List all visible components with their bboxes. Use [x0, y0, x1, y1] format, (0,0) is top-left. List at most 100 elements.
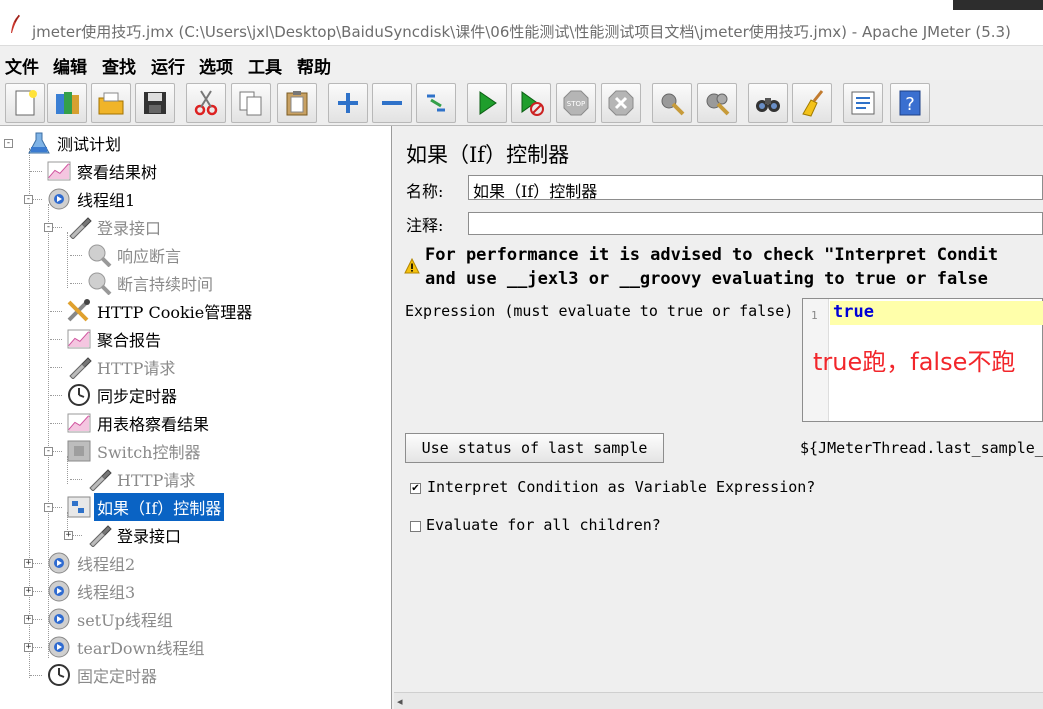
- tree-node[interactable]: 固定定时器: [44, 661, 160, 689]
- test-plan-tree[interactable]: - 测试计划 察看结果树 - 线程组1- 登录接口 响应断言 断言持续时间 HTTP Cooki…: [0, 126, 392, 709]
- menu-item-1[interactable]: 编辑: [53, 53, 87, 78]
- tree-node-label: Switch控制器: [97, 443, 201, 462]
- templates-button[interactable]: [47, 83, 87, 123]
- tree-node[interactable]: 线程组2: [44, 549, 138, 577]
- toolbar: STOP?: [0, 80, 1043, 126]
- tree-node[interactable]: 断言持续时间: [84, 269, 216, 297]
- save-button[interactable]: [135, 83, 175, 123]
- menu-item-2[interactable]: 查找: [102, 53, 136, 78]
- reset-search-button[interactable]: [792, 83, 832, 123]
- menu-item-0[interactable]: 文件: [5, 53, 39, 78]
- tree-node[interactable]: 线程组3: [44, 577, 138, 605]
- svg-text:STOP: STOP: [567, 100, 585, 108]
- tree-node-label: 登录接口: [97, 219, 162, 238]
- tree-node-label: 聚合报告: [97, 331, 162, 350]
- function-helper-button[interactable]: [843, 83, 883, 123]
- timer-icon: [64, 381, 94, 409]
- tree-node[interactable]: Switch控制器: [64, 437, 203, 465]
- tree-node[interactable]: HTTP请求: [84, 465, 198, 493]
- thread-group-icon: [44, 605, 74, 633]
- menu-item-5[interactable]: 工具: [248, 53, 282, 78]
- switch-icon: [64, 437, 94, 465]
- help-button[interactable]: ?: [890, 83, 930, 123]
- tree-node[interactable]: 如果（If）控制器: [64, 493, 225, 521]
- collapse-button[interactable]: [372, 83, 412, 123]
- start-button[interactable]: [467, 83, 507, 123]
- collapse-toggle[interactable]: -: [4, 139, 13, 148]
- cut-button[interactable]: [186, 83, 226, 123]
- interpret-label[interactable]: Interpret Condition as Variable Expressi…: [427, 478, 815, 496]
- start-no-pause-button[interactable]: [511, 83, 551, 123]
- expand-toggle[interactable]: +: [24, 559, 33, 568]
- clear-all-button[interactable]: [697, 83, 737, 123]
- tree-node[interactable]: 聚合报告: [64, 325, 164, 353]
- tree-node[interactable]: 用表格察看结果: [64, 409, 212, 437]
- name-field[interactable]: 如果（If）控制器: [468, 175, 1043, 200]
- expand-button[interactable]: [328, 83, 368, 123]
- evaluate-checkbox[interactable]: [410, 521, 421, 532]
- toggle-icon: [427, 94, 445, 112]
- new-button[interactable]: [5, 83, 45, 123]
- tree-node[interactable]: setUp线程组: [44, 605, 176, 633]
- interpret-checkbox[interactable]: ✔: [410, 483, 421, 494]
- menu-item-3[interactable]: 运行: [151, 53, 185, 78]
- scroll-left-icon[interactable]: ◂: [397, 695, 403, 708]
- collapse-toggle[interactable]: -: [44, 503, 53, 512]
- pipette-icon: [84, 521, 114, 549]
- magnifier-icon: [84, 241, 114, 269]
- tree-node[interactable]: 测试计划: [24, 129, 124, 157]
- tree-node[interactable]: 响应断言: [84, 241, 184, 269]
- expand-toggle[interactable]: +: [64, 531, 73, 540]
- flask-icon: [24, 129, 54, 157]
- tree-node[interactable]: 察看结果树: [44, 157, 160, 185]
- expand-toggle[interactable]: +: [24, 643, 33, 652]
- use-status-button[interactable]: Use status of last sample: [405, 433, 664, 463]
- tree-node-label: HTTP Cookie管理器: [97, 303, 253, 322]
- search-button[interactable]: [748, 83, 788, 123]
- copy-button[interactable]: [231, 83, 271, 123]
- tree-node[interactable]: 登录接口: [64, 213, 164, 241]
- shutdown-button[interactable]: [601, 83, 641, 123]
- menu-item-4[interactable]: 选项: [199, 53, 233, 78]
- pipette-icon: [84, 465, 114, 493]
- tree-node[interactable]: 同步定时器: [64, 381, 180, 409]
- open-button[interactable]: [91, 83, 131, 123]
- collapse-toggle[interactable]: -: [24, 195, 33, 204]
- tree-node[interactable]: 登录接口: [84, 521, 184, 549]
- jmeter-feather-icon: [11, 14, 20, 33]
- expand-toggle[interactable]: +: [24, 587, 33, 596]
- thread-group-icon: [44, 633, 74, 661]
- tree-node-label: 固定定时器: [77, 667, 158, 686]
- evaluate-label[interactable]: Evaluate for all children?: [426, 516, 661, 534]
- tree-node[interactable]: tearDown线程组: [44, 633, 208, 661]
- expression-label: Expression (must evaluate to true or fal…: [405, 302, 794, 320]
- warning-line-2: and use __jexl3 or __groovy evaluating t…: [425, 269, 988, 289]
- collapse-toggle[interactable]: -: [44, 447, 53, 456]
- help-icon: ?: [899, 90, 921, 116]
- tree-connector: [70, 255, 82, 256]
- cut-icon: [194, 90, 218, 116]
- tree-node[interactable]: HTTP请求: [64, 353, 178, 381]
- tree-connector: [50, 423, 62, 424]
- expression-value[interactable]: true: [833, 302, 874, 322]
- thread-group-icon: [44, 577, 74, 605]
- tree-connector: [50, 311, 62, 312]
- tree-node[interactable]: 线程组1: [44, 185, 138, 213]
- tools-icon: [64, 297, 94, 325]
- comment-field[interactable]: [468, 212, 1043, 235]
- tree-node-label: setUp线程组: [77, 611, 173, 630]
- paste-button[interactable]: [277, 83, 317, 123]
- stop-button[interactable]: STOP: [556, 83, 596, 123]
- collapse-toggle[interactable]: -: [44, 223, 53, 232]
- chart-icon: [64, 409, 94, 437]
- horizontal-scrollbar[interactable]: ◂: [394, 692, 1043, 709]
- expression-editor[interactable]: 1 true true跑，false不跑: [802, 298, 1043, 422]
- toggle-button[interactable]: [416, 83, 456, 123]
- tree-node[interactable]: HTTP Cookie管理器: [64, 297, 255, 325]
- expand-toggle[interactable]: +: [24, 615, 33, 624]
- clear-button[interactable]: [652, 83, 692, 123]
- pipette-icon: [64, 213, 94, 241]
- menu-item-6[interactable]: 帮助: [297, 53, 331, 78]
- tree-node-label: tearDown线程组: [77, 639, 205, 658]
- comment-label: 注释:: [406, 216, 444, 235]
